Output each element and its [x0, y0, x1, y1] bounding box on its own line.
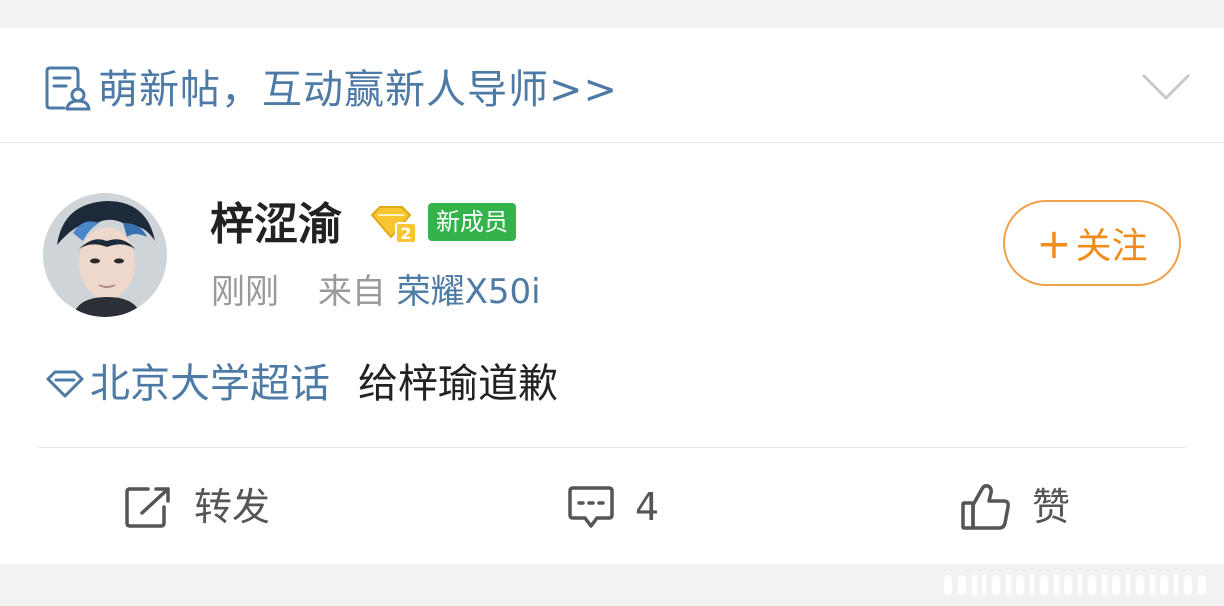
plus-icon: + [1036, 219, 1072, 268]
top-gap [0, 0, 1224, 28]
comment-count: 4 [635, 485, 660, 529]
new-member-badge: 新成员 [428, 203, 516, 241]
fan-level-badge-icon[interactable]: 2 [368, 203, 420, 247]
follow-label: 关注 [1075, 226, 1148, 267]
follow-button[interactable]: + 关注 [1003, 200, 1181, 286]
like-button[interactable]: 赞 [960, 478, 1070, 536]
watermark-barcode-icon [944, 575, 1206, 595]
comment-icon [568, 486, 614, 528]
source-device[interactable]: 荣耀X50i [397, 272, 541, 312]
diamond-icon [46, 370, 84, 398]
repost-button[interactable]: 转发 [124, 478, 270, 536]
chevron-down-icon[interactable] [1140, 70, 1192, 104]
repost-icon [125, 487, 170, 528]
comment-button[interactable]: 4 [567, 478, 659, 536]
repost-label: 转发 [194, 485, 271, 529]
like-label: 赞 [1032, 485, 1071, 529]
divider [38, 447, 1186, 448]
source-prefix: 来自 [317, 272, 386, 312]
level-badge-number: 2 [400, 224, 411, 243]
avatar-image [43, 193, 167, 317]
document-user-icon [45, 66, 91, 111]
avatar[interactable] [43, 193, 167, 317]
post-time: 刚刚 [211, 272, 279, 312]
post-meta: 刚刚 来自 荣耀X50i [211, 270, 541, 314]
username[interactable]: 梓涩渝 [210, 197, 342, 253]
post-text: 给梓瑜道歉 [358, 361, 558, 407]
post-content: 北京大学超话 给梓瑜道歉 [44, 356, 558, 412]
banner-text[interactable]: 萌新帖，互动赢新人导师>> [98, 66, 618, 114]
newbie-banner[interactable]: 萌新帖，互动赢新人导师>> [0, 28, 1224, 143]
super-topic-link[interactable]: 北京大学超话 [90, 361, 330, 407]
thumbs-up-icon [961, 484, 1010, 530]
